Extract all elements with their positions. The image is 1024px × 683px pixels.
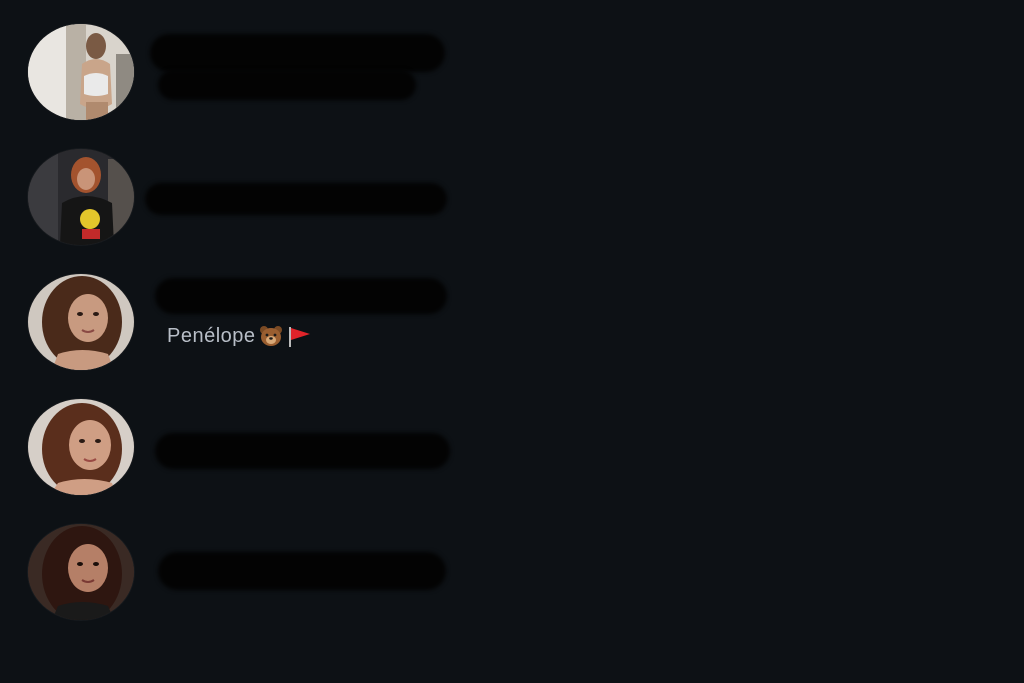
avatar-photo (28, 524, 134, 620)
red-flag-icon (286, 324, 312, 348)
redaction-bar (155, 278, 447, 314)
avatar[interactable] (28, 274, 134, 370)
list-item[interactable] (0, 268, 520, 378)
redaction-bar (158, 552, 446, 590)
redaction-bar (145, 183, 447, 215)
avatar-photo (28, 274, 134, 370)
avatar[interactable] (28, 524, 134, 620)
display-name-text: Penélope (167, 324, 256, 347)
list-item[interactable] (0, 518, 520, 628)
avatar[interactable] (28, 399, 134, 495)
account-list: Penélope (0, 0, 1024, 683)
avatar[interactable] (28, 149, 134, 245)
redaction-bar (158, 70, 416, 100)
avatar-photo (28, 24, 134, 120)
list-item[interactable] (0, 143, 520, 253)
bear-icon (258, 324, 284, 348)
avatar[interactable] (28, 24, 134, 120)
list-item[interactable] (0, 393, 520, 503)
redaction-bar (150, 34, 445, 72)
list-item[interactable] (0, 18, 520, 128)
avatar-photo (28, 149, 134, 245)
display-name: Penélope (167, 324, 312, 348)
redaction-bar (155, 433, 450, 469)
avatar-photo (28, 399, 134, 495)
